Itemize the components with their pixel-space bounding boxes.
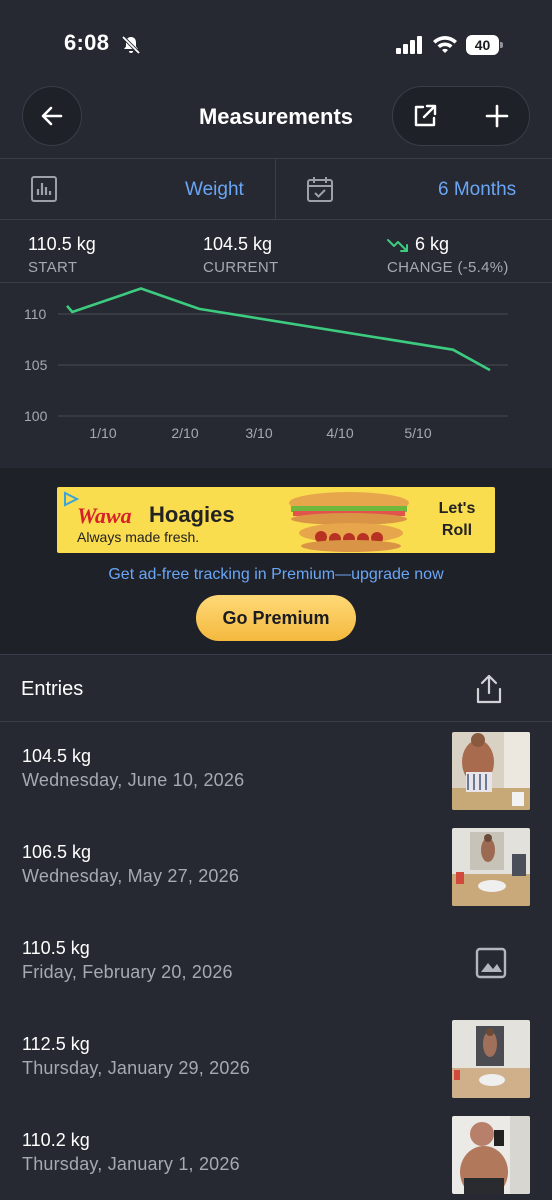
list-item[interactable]: 104.5 kg Wednesday, June 10, 2026	[0, 722, 552, 818]
ad-title: Hoagies	[149, 502, 235, 527]
y-tick-label: 110	[24, 306, 47, 322]
entries-title: Entries	[21, 678, 84, 700]
status-bar: 6:08 40	[0, 0, 552, 90]
list-item[interactable]: 106.5 kg Wednesday, May 27, 2026	[0, 818, 552, 914]
stat-current-label: CURRENT	[203, 259, 279, 276]
status-time: 6:08	[64, 30, 110, 55]
stat-start: 110.5 kg START	[28, 234, 96, 276]
x-tick-label: 1/10	[89, 425, 116, 441]
stat-start-label: START	[28, 259, 78, 276]
x-tick-label: 4/10	[326, 425, 353, 441]
entry-date: Wednesday, May 27, 2026	[22, 866, 240, 886]
weight-series-line	[66, 287, 491, 372]
entry-date: Wednesday, June 10, 2026	[22, 770, 245, 790]
entry-photo[interactable]	[452, 1116, 530, 1194]
entry-value: 104.5 kg	[22, 746, 92, 766]
stat-change-value: 6 kg	[415, 234, 450, 254]
entry-date: Thursday, January 1, 2026	[22, 1154, 240, 1174]
entry-photo[interactable]	[452, 1020, 530, 1098]
x-tick-label: 5/10	[404, 425, 431, 441]
entry-value: 110.5 kg	[22, 938, 90, 958]
weight-chart[interactable]: 110 105 100 1/10 2/10 3/10 4/10 5/10	[0, 282, 552, 468]
battery-level: 40	[466, 35, 499, 55]
upgrade-link[interactable]: Get ad-free tracking in Premium—upgrade …	[0, 566, 552, 584]
list-item[interactable]: 110.2 kg Thursday, January 1, 2026	[0, 1106, 552, 1200]
x-tick-label: 3/10	[245, 425, 272, 441]
stats-summary: 110.5 kg START 104.5 kg CURRENT 6 kg CHA…	[0, 222, 552, 282]
stat-current: 104.5 kg CURRENT	[203, 234, 278, 276]
y-tick-label: 100	[24, 408, 48, 424]
nav-actions	[392, 86, 530, 146]
bar-chart-icon	[31, 176, 57, 202]
entry-value: 106.5 kg	[22, 842, 92, 862]
entries-header: Entries	[0, 654, 552, 722]
go-premium-button[interactable]: Go Premium	[196, 595, 356, 641]
share-icon[interactable]	[474, 673, 504, 705]
list-item[interactable]: 110.5 kg Friday, February 20, 2026	[0, 914, 552, 1010]
ad-brand: Wawa	[77, 503, 132, 528]
x-tick-label: 2/10	[171, 425, 198, 441]
ad-cta: Let's Roll	[438, 500, 476, 539]
ad-subtitle: Always made fresh.	[77, 529, 200, 545]
range-label: 6 Months	[438, 179, 517, 200]
list-item[interactable]: 112.5 kg Thursday, January 29, 2026	[0, 1010, 552, 1106]
stat-start-value: 110.5 kg	[28, 234, 96, 254]
hoagie-image	[289, 492, 409, 552]
metric-label: Weight	[185, 179, 244, 200]
entry-photo[interactable]	[452, 828, 530, 906]
trend-down-icon	[387, 239, 408, 253]
metric-selector[interactable]: Weight	[0, 159, 275, 219]
calendar-check-icon	[307, 177, 333, 202]
entry-value: 110.2 kg	[22, 1130, 90, 1150]
ad-section: Wawa Hoagies Always made fresh. Let's Ro…	[0, 468, 552, 654]
entry-date: Thursday, January 29, 2026	[22, 1058, 251, 1078]
add-button[interactable]	[465, 87, 529, 145]
plus-icon	[485, 104, 509, 128]
stat-change-label: CHANGE (-5.4%)	[387, 259, 509, 276]
stat-change: 6 kg CHANGE (-5.4%)	[387, 234, 509, 276]
wifi-icon	[432, 34, 458, 59]
range-selector[interactable]: 6 Months	[276, 159, 552, 219]
entry-date: Friday, February 20, 2026	[22, 962, 233, 982]
external-link-icon	[414, 104, 437, 127]
ad-banner[interactable]: Wawa Hoagies Always made fresh. Let's Ro…	[57, 487, 495, 553]
stat-current-value: 104.5 kg	[203, 234, 273, 254]
y-tick-label: 105	[24, 357, 48, 373]
nav-bar: Measurements	[0, 84, 552, 148]
selector-row: Weight 6 Months	[0, 158, 552, 220]
export-button[interactable]	[393, 87, 457, 145]
entry-photo[interactable]	[452, 732, 530, 810]
image-placeholder-icon[interactable]	[474, 946, 508, 980]
bell-muted-icon	[120, 34, 142, 61]
weight-chart-svg: 110 105 100 1/10 2/10 3/10 4/10 5/10	[24, 287, 508, 441]
entry-value: 112.5 kg	[22, 1034, 90, 1054]
cellular-signal-icon	[396, 36, 424, 59]
battery-icon: 40	[466, 35, 503, 55]
